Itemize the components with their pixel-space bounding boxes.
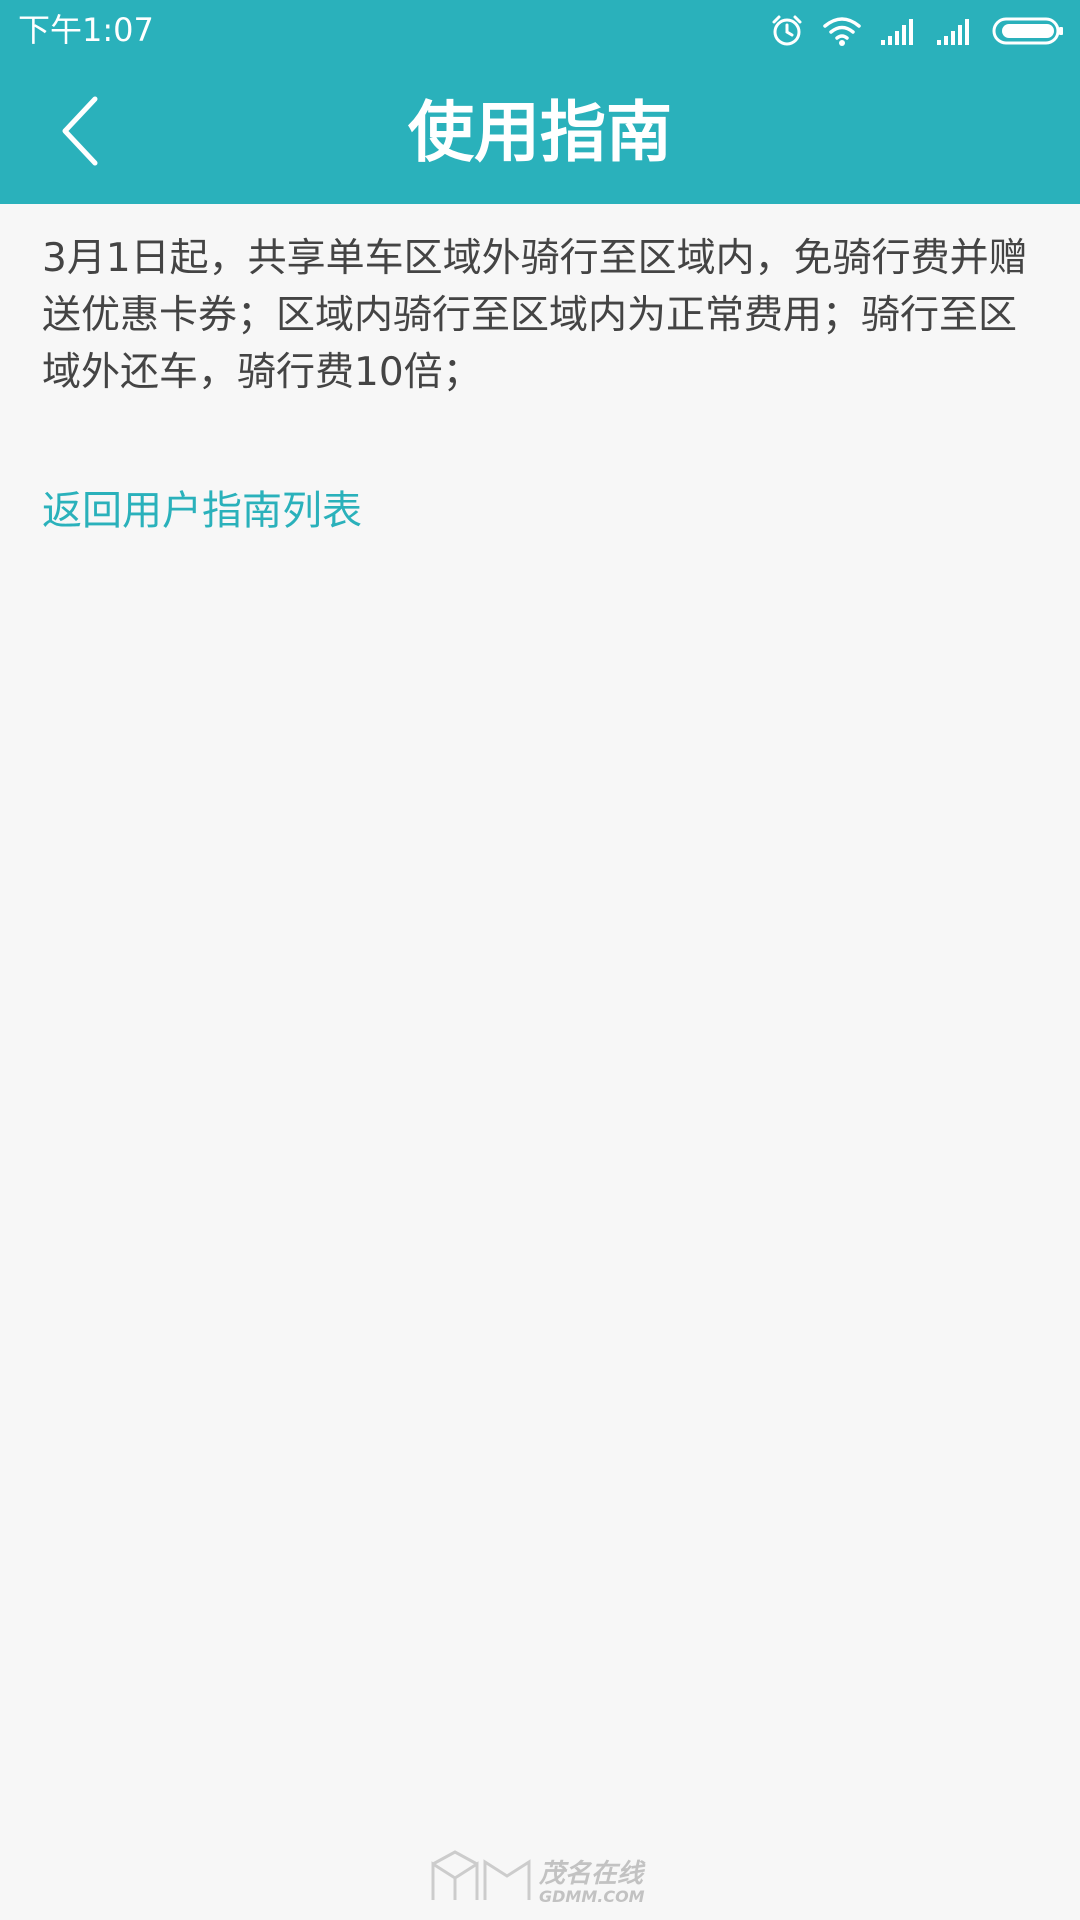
guide-body-text: 3月1日起，共享单车区域外骑行至区域内，免骑行费并赠送优惠卡券；区域内骑行至区域… [42,236,1028,395]
svg-text:茂名在线: 茂名在线 [538,1859,646,1889]
status-icons [770,12,1064,50]
signal-icon [880,16,918,46]
watermark-logo: 茂名在线 GDMM.COM [425,1848,655,1908]
battery-icon [992,16,1064,46]
wifi-icon [822,15,862,47]
page-title: 使用指南 [408,94,672,171]
app-bar: 使用指南 [0,62,1080,204]
status-bar: 下午1:07 [0,0,1080,62]
back-to-guide-list-link[interactable]: 返回用户指南列表 [42,483,362,539]
status-time: 下午1:07 [18,11,154,49]
svg-text:GDMM.COM: GDMM.COM [539,1887,645,1906]
main-content: 3月1日起，共享单车区域外骑行至区域内，免骑行费并赠送优惠卡券；区域内骑行至区域… [42,230,1042,539]
alarm-icon [770,14,804,48]
signal-icon [936,16,974,46]
